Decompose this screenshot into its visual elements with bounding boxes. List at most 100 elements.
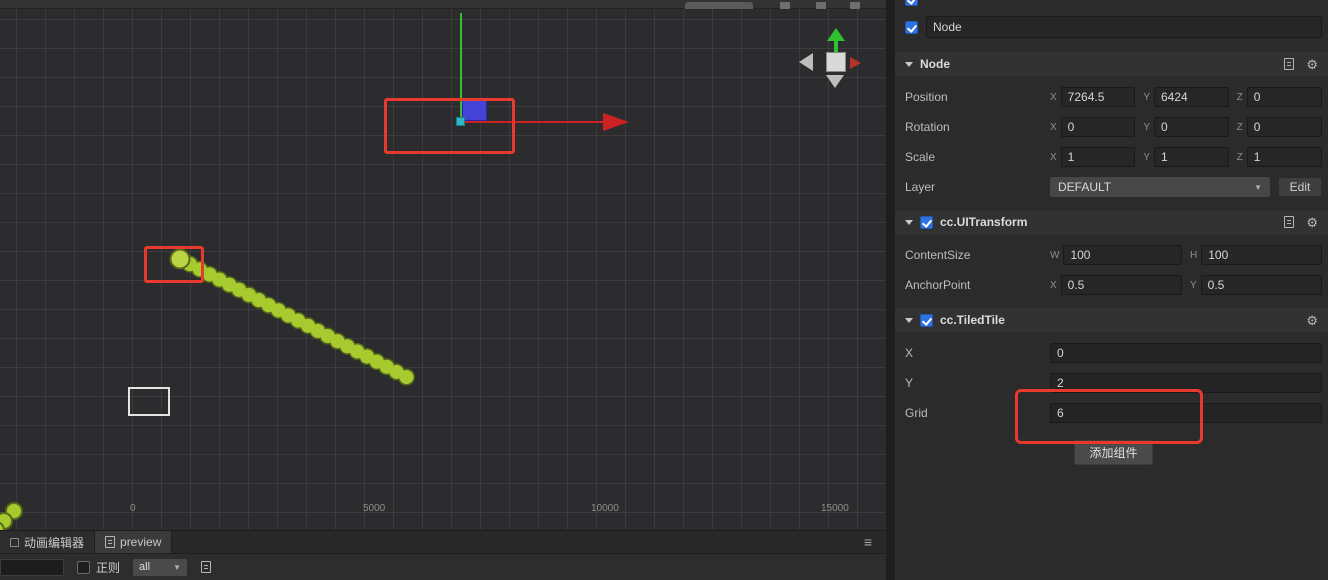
content-size-w-input[interactable]	[1063, 245, 1182, 265]
header-active-checkbox[interactable]	[905, 0, 918, 6]
red-annotation-box-chain-head	[144, 246, 204, 283]
paste-values-icon[interactable]	[1284, 216, 1295, 228]
toolbar-icon-help[interactable]	[780, 2, 790, 9]
y-letter: Y	[1143, 91, 1150, 103]
orientation-left-arrow-icon[interactable]	[799, 53, 813, 71]
filter-dropdown[interactable]: all ▼	[133, 558, 188, 576]
ruler-label-5000: 5000	[363, 503, 386, 514]
bottom-tab-bar: 动画编辑器 preview ≡	[0, 530, 886, 553]
position-y-input[interactable]	[1154, 87, 1229, 107]
y-letter: Y	[1143, 121, 1150, 133]
status-bar: 正则 all ▼	[0, 553, 886, 580]
regex-checkbox[interactable]	[77, 560, 90, 574]
scale-z-input[interactable]	[1246, 147, 1322, 167]
layer-label: Layer	[905, 180, 936, 194]
x-letter: X	[1050, 279, 1057, 291]
orientation-x-arrow-icon[interactable]	[850, 57, 861, 69]
toolbar-icon-user[interactable]	[816, 2, 826, 9]
scene-toolbar	[0, 0, 886, 9]
section-title-node: Node	[920, 57, 950, 71]
gear-icon[interactable]: ⚙	[1306, 216, 1318, 229]
ruler-label-15000: 15000	[821, 503, 849, 514]
anchor-point-label: AnchorPoint	[905, 278, 971, 292]
section-header-node[interactable]: Node ⚙	[895, 52, 1328, 76]
rotation-x-input[interactable]	[1060, 117, 1136, 137]
orientation-y-stem	[834, 40, 838, 52]
tab-animation-editor[interactable]: 动画编辑器	[0, 531, 96, 553]
position-label: Position	[905, 90, 948, 104]
uitransform-enabled-checkbox[interactable]	[920, 215, 933, 229]
anchor-point-x-input[interactable]	[1060, 275, 1182, 295]
rotation-row: Rotation X Y Z	[905, 116, 1322, 138]
position-z-input[interactable]	[1246, 87, 1322, 107]
scale-row: Scale X Y Z	[905, 146, 1322, 168]
section-header-uitransform[interactable]: cc.UITransform ⚙	[895, 210, 1328, 234]
collapse-caret-icon[interactable]	[905, 219, 913, 225]
log-file-icon[interactable]	[201, 561, 212, 573]
search-input[interactable]	[0, 558, 64, 576]
scene-viewport[interactable]: 0 5000 10000 15000	[0, 9, 886, 530]
gizmo-x-arrowhead-icon[interactable]	[603, 113, 629, 131]
rotation-label: Rotation	[905, 120, 950, 134]
tile-chain[interactable]	[169, 248, 423, 390]
section-title-tiledtile: cc.TiledTile	[940, 313, 1005, 327]
y-letter: Y	[1143, 151, 1150, 163]
scale-x-input[interactable]	[1060, 147, 1136, 167]
gear-icon[interactable]: ⚙	[1306, 58, 1318, 71]
section-title-uitransform: cc.UITransform	[940, 215, 1028, 229]
ruler-label-10000: 10000	[591, 503, 619, 514]
node-active-checkbox[interactable]	[905, 20, 918, 34]
tab-menu-icon[interactable]: ≡	[864, 535, 872, 549]
layer-dropdown[interactable]: DEFAULT ▼	[1050, 177, 1270, 197]
tiledtile-enabled-checkbox[interactable]	[920, 313, 933, 327]
section-header-tiledtile[interactable]: cc.TiledTile ⚙	[895, 308, 1328, 332]
chevron-down-icon: ▼	[1254, 182, 1262, 192]
scene-panel: 0 5000 10000 15000 动画编辑器 preview ≡ 正则 al…	[0, 0, 886, 580]
orientation-gizmo[interactable]	[795, 27, 865, 97]
toolbar-button[interactable]	[685, 2, 753, 9]
y-letter: Y	[1190, 279, 1197, 291]
rotation-z-input[interactable]	[1246, 117, 1322, 137]
layer-edit-button[interactable]: Edit	[1278, 177, 1322, 197]
collapse-caret-icon[interactable]	[905, 61, 913, 67]
rotation-y-input[interactable]	[1154, 117, 1229, 137]
anchor-point-y-input[interactable]	[1200, 275, 1322, 295]
orientation-down-arrow-icon[interactable]	[826, 75, 844, 88]
tab-animation-label: 动画编辑器	[24, 535, 85, 550]
animation-editor-icon	[10, 537, 19, 547]
position-x-input[interactable]	[1060, 87, 1136, 107]
x-letter: X	[1050, 121, 1057, 133]
tile-chain-sprite[interactable]	[0, 9, 886, 530]
z-letter: Z	[1236, 91, 1243, 103]
orientation-cube[interactable]	[826, 52, 846, 72]
gear-icon[interactable]: ⚙	[1306, 314, 1318, 327]
x-letter: X	[1050, 151, 1057, 163]
scale-y-input[interactable]	[1154, 147, 1229, 167]
w-letter: W	[1050, 249, 1060, 261]
preview-tab-icon	[105, 536, 116, 548]
ruler-label-0: 0	[130, 503, 136, 514]
tab-preview-label: preview	[120, 535, 162, 549]
paste-values-icon[interactable]	[1284, 58, 1295, 70]
content-size-h-input[interactable]	[1201, 245, 1322, 265]
layer-row: Layer DEFAULT ▼ Edit	[905, 176, 1322, 198]
h-letter: H	[1190, 249, 1198, 261]
cocos-editor-window: 0 5000 10000 15000 动画编辑器 preview ≡ 正则 al…	[0, 0, 1328, 580]
node-name-input[interactable]	[926, 16, 1322, 38]
content-size-label: ContentSize	[905, 248, 971, 262]
tile-x-row: X	[905, 342, 1322, 364]
content-size-row: ContentSize W H	[905, 244, 1322, 266]
layer-dropdown-value: DEFAULT	[1058, 180, 1112, 194]
tab-preview[interactable]: preview	[95, 531, 173, 553]
z-letter: Z	[1236, 121, 1243, 133]
tile-x-label: X	[905, 346, 914, 360]
z-letter: Z	[1236, 151, 1243, 163]
tile-x-input[interactable]	[1050, 343, 1322, 363]
chevron-down-icon: ▼	[173, 562, 182, 572]
toolbar-icon-layout[interactable]	[850, 2, 860, 9]
red-annotation-box-gizmo	[384, 98, 515, 154]
regex-label: 正则	[96, 560, 121, 575]
red-annotation-box-grid-field	[1015, 389, 1203, 444]
anchor-point-row: AnchorPoint X Y	[905, 274, 1322, 296]
collapse-caret-icon[interactable]	[905, 317, 913, 323]
